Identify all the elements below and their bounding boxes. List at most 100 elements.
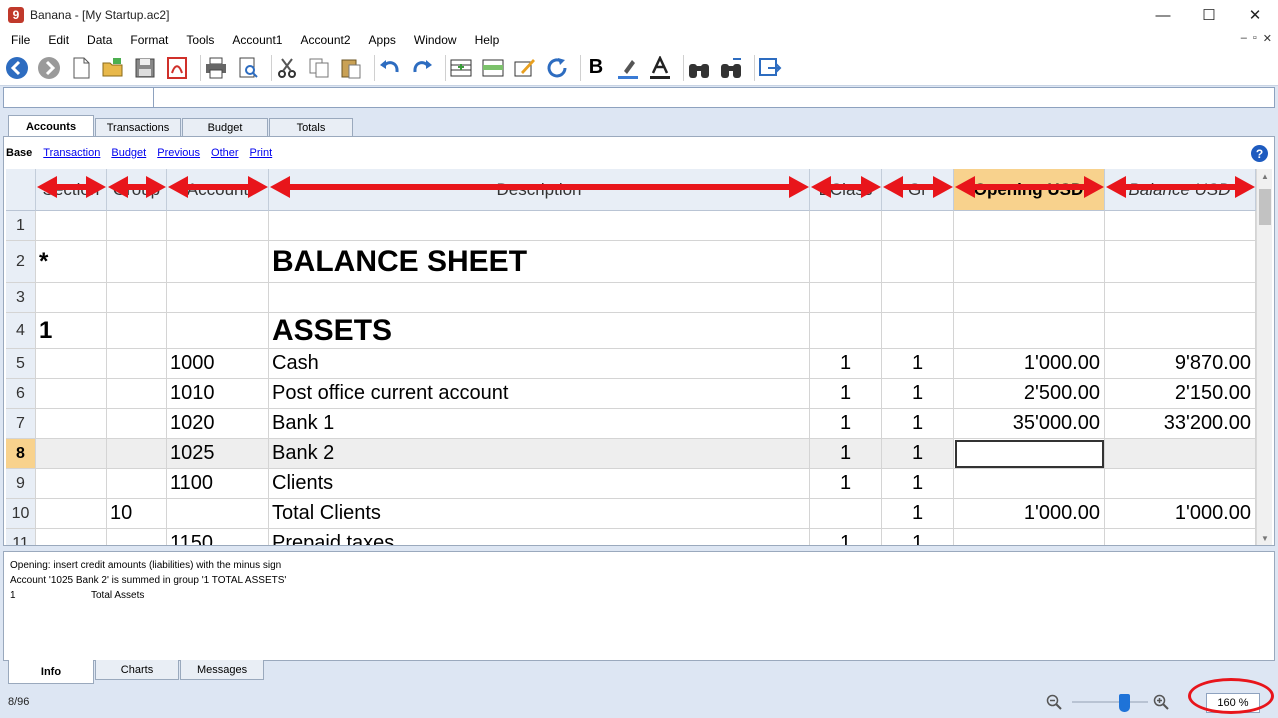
row-number[interactable]: 7 — [6, 409, 36, 439]
print-preview-icon[interactable] — [236, 56, 260, 80]
cell-balance[interactable] — [1105, 529, 1256, 545]
menu-format[interactable]: Format — [121, 33, 177, 47]
cell-reference-field[interactable] — [4, 88, 154, 107]
row-number[interactable]: 6 — [6, 379, 36, 409]
cell-bclass[interactable] — [810, 241, 882, 283]
cell-gr[interactable]: 1 — [882, 409, 954, 439]
header-bclass[interactable]: BClass — [810, 169, 882, 211]
cell-section[interactable] — [36, 469, 107, 499]
scrollbar-thumb[interactable] — [1259, 189, 1271, 225]
cell-group[interactable] — [107, 211, 167, 241]
cell-gr[interactable] — [882, 211, 954, 241]
cell-bclass[interactable]: 1 — [810, 439, 882, 469]
tab-totals[interactable]: Totals — [269, 118, 353, 137]
menu-window[interactable]: Window — [405, 33, 466, 47]
pdf-icon[interactable] — [165, 56, 189, 80]
cell-description[interactable] — [269, 283, 810, 313]
view-transaction[interactable]: Transaction — [43, 147, 100, 159]
zoom-slider-thumb[interactable] — [1118, 694, 1130, 712]
cell-section[interactable] — [36, 529, 107, 545]
cell-section[interactable]: 1 — [36, 313, 107, 349]
cell-balance[interactable] — [1105, 313, 1256, 349]
mdi-minimize-button[interactable]: – — [1241, 32, 1247, 45]
cell-opening[interactable] — [954, 439, 1105, 469]
menu-account2[interactable]: Account2 — [291, 33, 359, 47]
header-gr[interactable]: Gr — [882, 169, 954, 211]
cell-account[interactable] — [167, 313, 269, 349]
menu-edit[interactable]: Edit — [39, 33, 78, 47]
menu-apps[interactable]: Apps — [360, 33, 405, 47]
export-icon[interactable] — [758, 56, 782, 80]
minimize-button[interactable]: — — [1140, 0, 1186, 30]
cell-description[interactable]: Post office current account — [269, 379, 810, 409]
header-balance[interactable]: Balance USD — [1105, 169, 1256, 211]
zoom-out-icon[interactable] — [1046, 694, 1062, 710]
tab-accounts[interactable]: Accounts — [8, 115, 94, 137]
paste-icon[interactable] — [339, 56, 363, 80]
open-folder-icon[interactable] — [101, 56, 125, 80]
header-group[interactable]: Group — [107, 169, 167, 211]
insert-rows-icon[interactable] — [481, 56, 505, 80]
menu-data[interactable]: Data — [78, 33, 121, 47]
cell-gr[interactable]: 1 — [882, 499, 954, 529]
highlight-icon[interactable] — [616, 56, 640, 80]
cell-group[interactable] — [107, 409, 167, 439]
recalculate-icon[interactable] — [545, 56, 569, 80]
cell-account[interactable]: 1025 — [167, 439, 269, 469]
cut-icon[interactable] — [275, 56, 299, 80]
cell-gr[interactable] — [882, 241, 954, 283]
cell-description[interactable]: Clients — [269, 469, 810, 499]
add-rows-icon[interactable] — [449, 56, 473, 80]
copy-icon[interactable] — [307, 56, 331, 80]
header-section[interactable]: Section — [36, 169, 107, 211]
cell-group[interactable] — [107, 439, 167, 469]
row-number[interactable]: 9 — [6, 469, 36, 499]
cell-bclass[interactable]: 1 — [810, 409, 882, 439]
cell-balance[interactable] — [1105, 211, 1256, 241]
cell-description[interactable]: BALANCE SHEET — [269, 241, 810, 283]
row-number[interactable]: 3 — [6, 283, 36, 313]
cell-opening[interactable]: 1'000.00 — [954, 349, 1105, 379]
cell-bclass[interactable] — [810, 211, 882, 241]
cell-description[interactable]: Prepaid taxes — [269, 529, 810, 545]
cell-group[interactable] — [107, 379, 167, 409]
cell-bclass[interactable]: 1 — [810, 469, 882, 499]
tab-charts[interactable]: Charts — [95, 660, 179, 680]
save-icon[interactable] — [133, 56, 157, 80]
row-number[interactable]: 8 — [6, 439, 36, 469]
mdi-close-button[interactable]: ✕ — [1263, 32, 1272, 45]
menu-tools[interactable]: Tools — [177, 33, 223, 47]
row-number[interactable]: 5 — [6, 349, 36, 379]
cell-balance[interactable]: 1'000.00 — [1105, 499, 1256, 529]
cell-opening[interactable] — [954, 469, 1105, 499]
bold-icon[interactable]: B — [584, 56, 608, 80]
cell-account[interactable] — [167, 283, 269, 313]
cell-opening[interactable]: 1'000.00 — [954, 499, 1105, 529]
cell-group[interactable] — [107, 283, 167, 313]
cell-description[interactable]: Total Clients — [269, 499, 810, 529]
zoom-slider[interactable] — [1072, 701, 1148, 703]
menu-help[interactable]: Help — [466, 33, 509, 47]
cell-description[interactable]: ASSETS — [269, 313, 810, 349]
tab-budget[interactable]: Budget — [182, 118, 268, 137]
tab-transactions[interactable]: Transactions — [95, 118, 181, 137]
cell-opening[interactable]: 35'000.00 — [954, 409, 1105, 439]
cell-opening[interactable] — [954, 211, 1105, 241]
cell-account[interactable]: 1010 — [167, 379, 269, 409]
cell-description[interactable]: Bank 1 — [269, 409, 810, 439]
cell-gr[interactable]: 1 — [882, 379, 954, 409]
cell-description[interactable]: Bank 2 — [269, 439, 810, 469]
menu-account1[interactable]: Account1 — [223, 33, 291, 47]
cell-opening[interactable] — [954, 241, 1105, 283]
forward-icon[interactable] — [37, 56, 61, 80]
cell-balance[interactable]: 9'870.00 — [1105, 349, 1256, 379]
row-number[interactable]: 1 — [6, 211, 36, 241]
cell-account[interactable]: 1020 — [167, 409, 269, 439]
cell-bclass[interactable] — [810, 313, 882, 349]
cell-balance[interactable] — [1105, 469, 1256, 499]
mdi-restore-button[interactable]: ▫ — [1253, 32, 1257, 45]
row-number[interactable]: 10 — [6, 499, 36, 529]
cell-group[interactable] — [107, 529, 167, 545]
close-button[interactable]: ✕ — [1232, 0, 1278, 30]
print-icon[interactable] — [204, 56, 228, 80]
